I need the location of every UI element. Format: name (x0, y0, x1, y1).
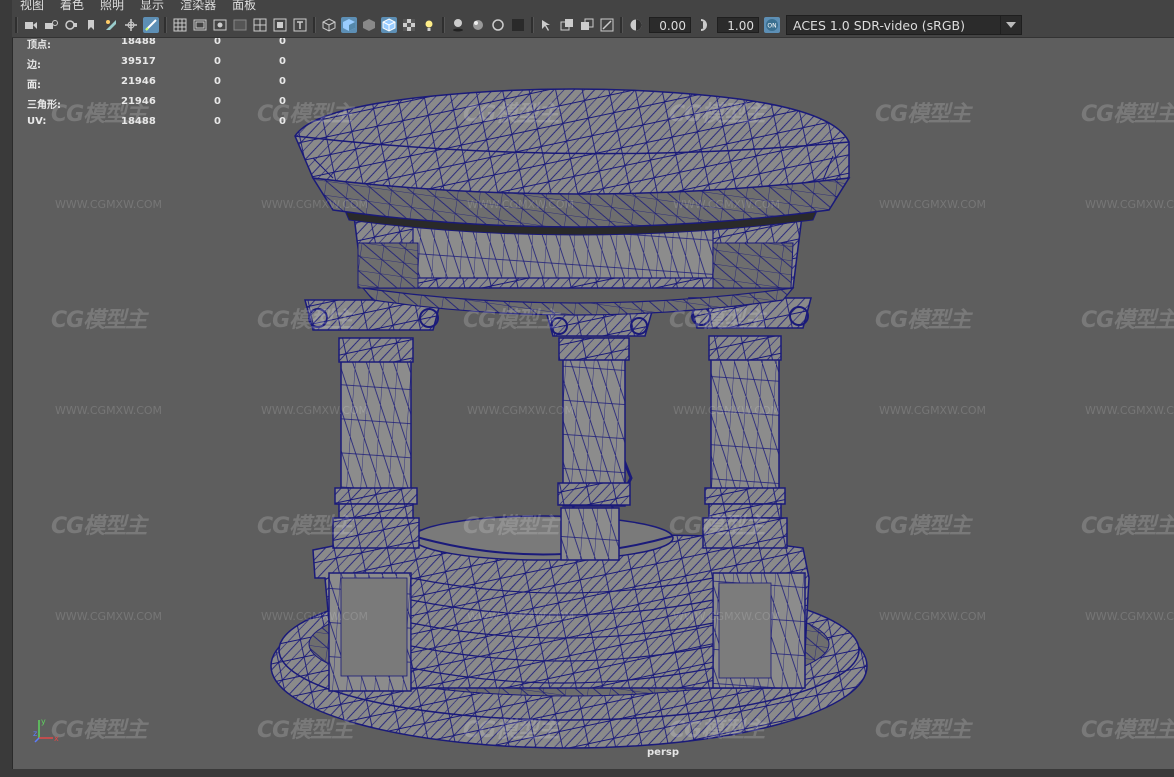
colorspace-dropdown[interactable]: ACES 1.0 SDR-video (sRGB) (786, 15, 1022, 35)
maya-viewport-window: 视图 着色 照明 显示 渲染器 面板 0.00 1.00 ON ACES 1.0… (0, 0, 1174, 777)
hud-label: UV: (27, 116, 47, 127)
safe-title-icon[interactable] (292, 17, 308, 33)
hud-label: 三角形: (27, 100, 61, 111)
menu-view[interactable]: 视图 (12, 0, 52, 12)
gate-mask-icon[interactable] (232, 17, 248, 33)
use-lights-icon[interactable] (421, 17, 437, 33)
bottom-border (0, 769, 1174, 777)
gamma-field[interactable]: 1.00 (717, 17, 759, 33)
toolbar-separator (442, 17, 445, 33)
toolbar-separator (620, 17, 623, 33)
hud-value: 0 (214, 116, 221, 127)
hud-value: 0 (214, 76, 221, 87)
perspective-viewport[interactable]: CG模型主 CG模型主 CG模型主 CG模型主 CG模型主 CG模型主 WWW.… (13, 38, 1174, 769)
toolbar-separator (531, 17, 534, 33)
toolbar-separator (15, 17, 18, 33)
grease-pencil-icon[interactable] (143, 17, 159, 33)
hud-value: 0 (279, 96, 286, 107)
anti-aliasing-icon[interactable] (510, 17, 526, 33)
hud-value: 21946 (121, 76, 156, 87)
hud-value: 0 (214, 38, 221, 47)
hud-value: 0 (214, 56, 221, 67)
wireframe-icon[interactable] (321, 17, 337, 33)
image-plane-icon[interactable] (103, 17, 119, 33)
toolbar-separator (313, 17, 316, 33)
hud-value: 0 (279, 56, 286, 67)
column-left (304, 299, 442, 549)
axis-z-label: z (33, 729, 37, 738)
xray-icon[interactable] (559, 17, 575, 33)
film-gate-icon[interactable] (192, 17, 208, 33)
hud-value: 0 (279, 76, 286, 87)
chevron-down-icon (1000, 16, 1021, 34)
hud-label: 顶点: (27, 40, 51, 51)
hud-value: 18488 (121, 116, 156, 127)
toolbar-separator (164, 17, 167, 33)
camera-name-label: persp (647, 747, 679, 758)
panel-toolbar: 0.00 1.00 ON ACES 1.0 SDR-video (sRGB) (12, 13, 1174, 38)
hud-label: 边: (27, 60, 41, 71)
gamma-icon[interactable] (696, 17, 712, 33)
menu-show[interactable]: 显示 (132, 0, 172, 12)
hud-value: 0 (279, 38, 286, 47)
menu-lighting[interactable]: 照明 (92, 0, 132, 12)
screen-space-ao-icon[interactable] (470, 17, 486, 33)
color-management-icon[interactable]: ON (764, 17, 780, 33)
hud-value: 0 (279, 116, 286, 127)
axis-x-label: x (54, 734, 59, 743)
column-right (688, 297, 812, 549)
two-d-pan-zoom-icon[interactable] (123, 17, 139, 33)
default-material-icon[interactable] (361, 17, 377, 33)
resolution-gate-icon[interactable] (212, 17, 228, 33)
select-camera-icon[interactable] (23, 17, 39, 33)
hud-label: 面: (27, 80, 41, 91)
menu-renderer[interactable]: 渲染器 (172, 0, 224, 12)
motion-blur-icon[interactable] (490, 17, 506, 33)
wireframe-on-shaded-icon[interactable] (381, 17, 397, 33)
axis-y-label: y (41, 717, 46, 726)
xray-active-components-icon[interactable] (599, 17, 615, 33)
safe-action-icon[interactable] (272, 17, 288, 33)
svg-text:ON: ON (767, 23, 776, 30)
shadows-icon[interactable] (450, 17, 466, 33)
hud-value: 21946 (121, 96, 156, 107)
gazebo-well-wireframe-model (270, 88, 868, 749)
field-chart-icon[interactable] (252, 17, 268, 33)
smooth-shade-icon[interactable] (341, 17, 357, 33)
menu-panels[interactable]: 面板 (224, 0, 264, 12)
left-border (0, 0, 13, 777)
menu-shading[interactable]: 着色 (52, 0, 92, 12)
grid-icon[interactable] (172, 17, 188, 33)
exposure-field[interactable]: 0.00 (649, 17, 691, 33)
xray-joints-icon[interactable] (579, 17, 595, 33)
lock-camera-icon[interactable] (43, 17, 59, 33)
column-center (544, 307, 654, 507)
hud-value: 39517 (121, 56, 156, 67)
colorspace-value: ACES 1.0 SDR-video (sRGB) (793, 17, 965, 33)
hud-value: 0 (214, 96, 221, 107)
textured-icon[interactable] (401, 17, 417, 33)
exposure-icon[interactable] (628, 17, 644, 33)
axis-gizmo-icon: y x z (33, 717, 59, 743)
panel-menubar: 视图 着色 照明 显示 渲染器 面板 (12, 0, 1174, 13)
camera-attributes-icon[interactable] (63, 17, 79, 33)
bookmark-icon[interactable] (83, 17, 99, 33)
hud-value: 18488 (121, 38, 156, 47)
isolate-select-icon[interactable] (539, 17, 555, 33)
